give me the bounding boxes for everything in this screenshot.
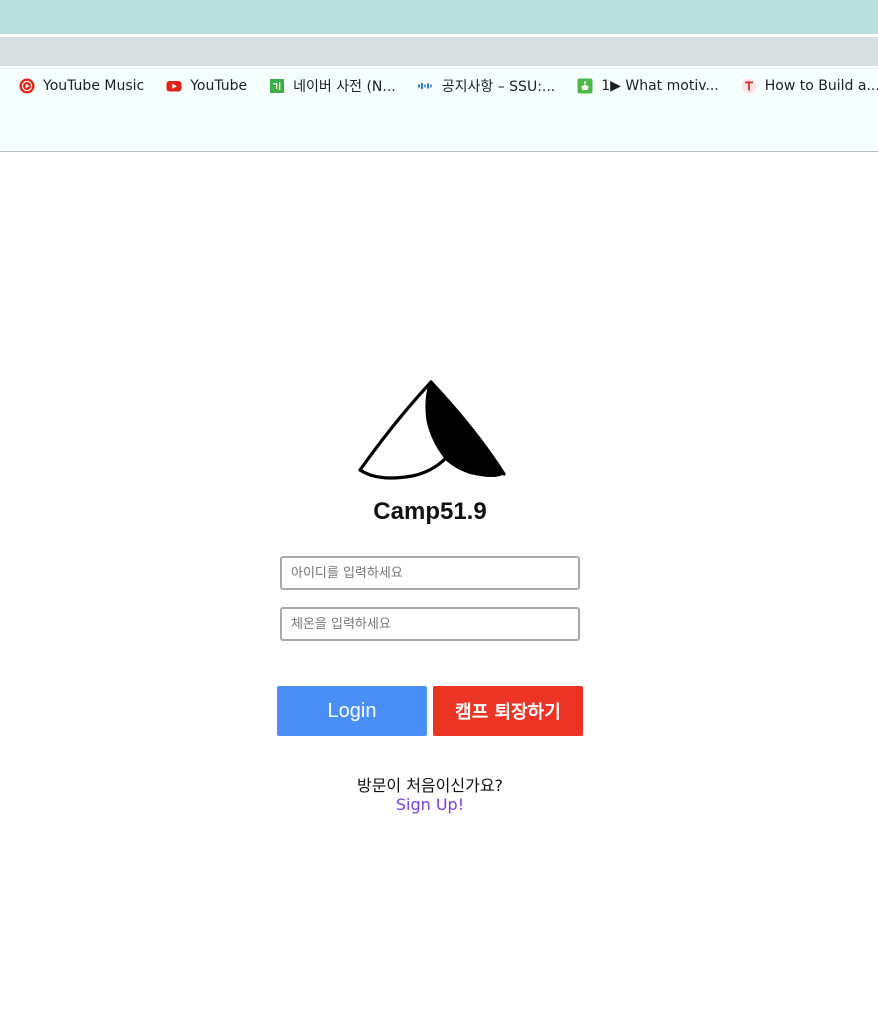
bookmark-what-motiv[interactable]: 1▶ What motiv... — [577, 78, 719, 94]
red-t-icon — [741, 78, 757, 94]
bookmark-youtube-music[interactable]: YouTube Music — [19, 78, 144, 94]
login-page: Camp51.9 Login 캠프 퇴장하기 방문이 처음이신가요? Sign … — [0, 152, 878, 1030]
naver-dictionary-icon — [269, 78, 285, 94]
camp-tent-logo — [358, 380, 506, 480]
bookmarks-bar: YouTube Music YouTube 네이버 사전 (N... 공지사항 … — [0, 68, 878, 103]
ssu-icon — [417, 78, 434, 94]
bookmark-label: YouTube Music — [43, 78, 145, 94]
id-input[interactable] — [280, 556, 580, 590]
browser-toolbar-area — [0, 102, 878, 152]
browser-title-strip — [0, 0, 878, 34]
bookmark-label: 네이버 사전 (N... — [293, 79, 396, 95]
bookmark-label: How to Build a... — [764, 78, 878, 94]
temperature-input[interactable] — [280, 607, 580, 641]
bookmark-ssu[interactable]: 공지사항 – SSU:... — [417, 76, 556, 96]
green-app-icon — [577, 78, 593, 94]
bookmark-youtube[interactable]: YouTube — [166, 78, 247, 94]
youtube-music-icon — [19, 78, 35, 94]
signup-link[interactable]: Sign Up! — [0, 795, 860, 814]
signup-question: 방문이 처음이신가요? — [356, 776, 504, 795]
brand-name: Camp51.9 — [373, 498, 487, 525]
bookmark-how-to-build[interactable]: How to Build a... — [741, 78, 878, 94]
bookmark-label: 1▶ What motiv... — [601, 78, 719, 94]
leave-camp-button[interactable]: 캠프 퇴장하기 — [433, 686, 583, 736]
bookmark-label: 공지사항 – SSU:... — [441, 79, 556, 95]
login-button[interactable]: Login — [277, 686, 427, 736]
bookmark-label: YouTube — [190, 78, 248, 94]
youtube-icon — [166, 78, 182, 94]
bookmark-naver-dictionary[interactable]: 네이버 사전 (N... — [269, 76, 396, 96]
browser-address-strip — [0, 37, 878, 66]
